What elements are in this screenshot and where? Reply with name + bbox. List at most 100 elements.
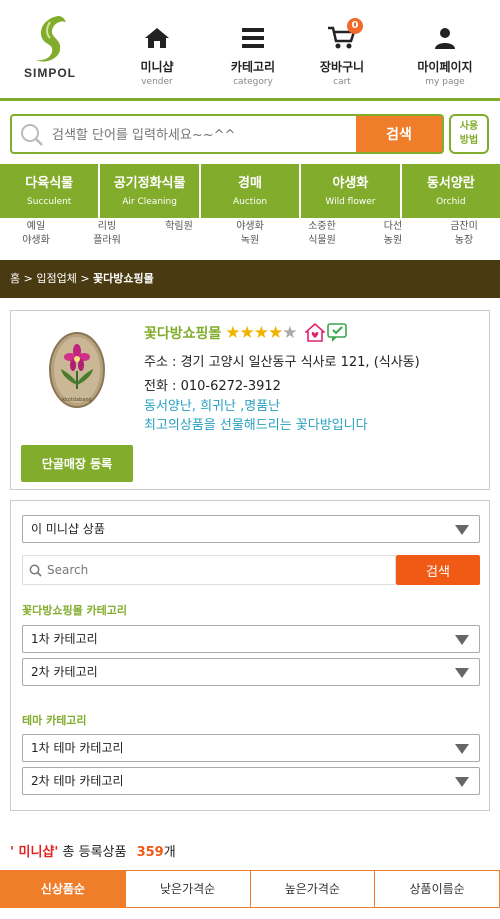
star-icon: ★ xyxy=(225,323,240,343)
scope-select[interactable]: 이 미니샵 상품 xyxy=(22,515,480,543)
shop-link[interactable]: 야생화 녹원 xyxy=(222,220,278,248)
shop-link-line1: 리빙 xyxy=(97,221,117,232)
sort-tabs: 신상품순 낮은가격순 높은가격순 상품이름순 xyxy=(0,870,500,908)
sort-tab-name[interactable]: 상품이름순 xyxy=(375,871,499,907)
star-icon: ★ xyxy=(268,323,283,343)
product-count-unit: 개 xyxy=(163,845,176,860)
dropdown-arrow-icon xyxy=(455,668,469,678)
theme2-select-value: 2차 테마 카테고리 xyxy=(31,774,124,788)
shop-logo-image: kkotdabang xyxy=(49,332,105,408)
shop-link-line2: 식물원 xyxy=(308,235,336,246)
shop-link-line1: 금잔미 xyxy=(450,221,478,232)
shop-link-line2: 농원 xyxy=(383,235,403,246)
dropdown-arrow-icon xyxy=(455,744,469,754)
breadcrumb-home[interactable]: 홈 xyxy=(10,272,20,285)
heart-house-icon[interactable] xyxy=(304,323,325,343)
shop-name-row: 꽃다방쇼핑몰 ★★★★★ xyxy=(144,321,349,345)
nav-mypage-label: 마이페이지 xyxy=(417,60,473,74)
shop-link-line2: 플라워 xyxy=(93,235,121,246)
product-count-summary: ' 미니샵' 총 등록상품 359개 xyxy=(10,841,176,860)
sort-tab-high-price[interactable]: 높은가격순 xyxy=(250,871,376,907)
shop-link-line1: 학림원 xyxy=(165,221,193,232)
theme2-select[interactable]: 2차 테마 카테고리 xyxy=(22,767,480,795)
home-icon xyxy=(145,28,169,48)
theme1-select-value: 1차 테마 카테고리 xyxy=(31,741,124,755)
shop-link-line2: 농장 xyxy=(454,235,474,246)
category-auction[interactable]: 경매 Auction xyxy=(200,164,302,218)
shop-link-line1: 예일 xyxy=(26,221,46,232)
search-box: 검색 xyxy=(10,114,444,154)
shop-info-card: kkotdabang 꽃다방쇼핑몰 ★★★★★ 주소 : 경기 고양시 일산동구… xyxy=(10,310,490,490)
breadcrumb-separator: > xyxy=(80,272,90,285)
summary-text: 총 등록상품 xyxy=(62,845,127,860)
breadcrumb-level1[interactable]: 입점업체 xyxy=(36,272,76,285)
shop-link-line1: 야생화 xyxy=(236,221,264,232)
category-sub-label: Wild flower xyxy=(325,197,376,207)
search-row: 검색 사용 방법 xyxy=(0,104,500,164)
howto-label-line1: 사용 xyxy=(459,121,479,132)
dropdown-arrow-icon xyxy=(455,777,469,787)
category-sub-label: Orchid xyxy=(436,197,466,207)
category2-select[interactable]: 2차 카테고리 xyxy=(22,658,480,686)
product-search-field[interactable]: Search xyxy=(22,555,396,585)
nav-mypage[interactable]: 마이페이지 my page xyxy=(400,22,490,87)
category-label: 야생화 xyxy=(332,176,369,191)
user-icon xyxy=(435,28,455,49)
shop-details: 주소 : 경기 고양시 일산동구 식사로 121, (식사동) 전화 : 010… xyxy=(144,353,479,435)
dropdown-arrow-icon xyxy=(455,635,469,645)
chat-check-icon[interactable] xyxy=(326,323,349,343)
nav-minishop-label: 미니샵 xyxy=(140,60,174,74)
category-label: 동서양란 xyxy=(426,176,475,191)
logo-text: SIMPOL xyxy=(23,66,76,80)
nav-category-label: 카테고리 xyxy=(230,60,276,74)
dropdown-arrow-icon xyxy=(455,525,469,535)
category-succulent[interactable]: 다육식물 Succulent xyxy=(0,164,101,218)
star-icon: ★ xyxy=(239,323,255,343)
sort-tab-low-price[interactable]: 낮은가격순 xyxy=(125,871,251,907)
category1-select-value: 1차 카테고리 xyxy=(31,632,98,646)
simpol-logo[interactable]: SIMPOL xyxy=(18,14,82,86)
breadcrumb: 홈 > 입점업체 > 꽃다방쇼핑몰 xyxy=(0,260,500,298)
nav-cart[interactable]: 0 장바구니 cart xyxy=(297,18,387,87)
category-label: 공기정화식물 xyxy=(113,176,186,191)
shop-category-label: 꽃다방쇼핑몰 카테고리 xyxy=(22,604,128,617)
nav-minishop-sub: vender xyxy=(141,77,173,87)
shop-description-2: 최고의상품을 선물해드리는 꽃다방입니다 xyxy=(144,418,368,433)
shop-link-line1: 다선 xyxy=(383,221,403,232)
shop-link[interactable]: 소중한 식물원 xyxy=(294,220,350,248)
shop-link[interactable]: 예일 야생화 xyxy=(8,220,64,248)
category-orchid[interactable]: 동서양란 Orchid xyxy=(401,164,500,218)
howto-button[interactable]: 사용 방법 xyxy=(449,114,489,154)
shop-links: 예일 야생화 리빙 플라워 학림원 야생화 녹원 소중한 식물원 다선 농원 금… xyxy=(0,220,500,258)
shop-link-line2: 녹원 xyxy=(240,235,260,246)
shop-link[interactable]: 금잔미 농장 xyxy=(436,220,492,248)
nav-category-sub: category xyxy=(233,77,273,87)
nav-minishop[interactable]: 미니샵 vender xyxy=(112,22,202,87)
star-empty-icon: ★ xyxy=(282,323,297,343)
search-input[interactable] xyxy=(52,124,352,146)
search-button[interactable]: 검색 xyxy=(356,116,442,152)
category-air-cleaning[interactable]: 공기정화식물 Air Cleaning xyxy=(100,164,201,218)
breadcrumb-current: 꽃다방쇼핑몰 xyxy=(93,272,154,285)
category-wild-flower[interactable]: 야생화 Wild flower xyxy=(301,164,402,218)
leaf-logo-icon xyxy=(36,16,66,62)
scope-select-value: 이 미니샵 상품 xyxy=(31,522,105,536)
category-label: 다육식물 xyxy=(25,176,74,191)
search-icon xyxy=(29,564,42,577)
nav-category[interactable]: 카테고리 category xyxy=(208,22,298,87)
shop-link[interactable]: 다선 농원 xyxy=(365,220,421,248)
shop-phone: 전화 : 010-6272-3912 xyxy=(144,379,281,394)
product-search-button[interactable]: 검색 xyxy=(396,555,480,585)
category1-select[interactable]: 1차 카테고리 xyxy=(22,625,480,653)
shop-description-1: 동서양난, 희귀난 ,명품난 xyxy=(144,399,281,414)
sort-tab-newest[interactable]: 신상품순 xyxy=(1,871,126,907)
shop-link[interactable]: 리빙 플라워 xyxy=(79,220,135,248)
category-sub-label: Auction xyxy=(232,197,268,207)
category-sub-label: Succulent xyxy=(27,197,72,207)
register-regular-shop-button[interactable]: 단골매장 등록 xyxy=(21,445,133,482)
shop-link-line2: 야생화 xyxy=(22,235,50,246)
shop-link[interactable]: 학림원 xyxy=(151,220,207,234)
rating-stars: ★★★★★ xyxy=(225,323,297,343)
theme1-select[interactable]: 1차 테마 카테고리 xyxy=(22,734,480,762)
header: SIMPOL 미니샵 vender 카테고리 category 0 장바구니 c… xyxy=(0,0,500,101)
